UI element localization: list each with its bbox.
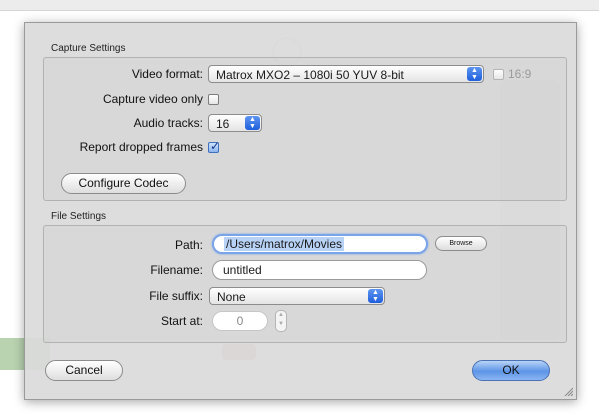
capture-video-only-label: Capture video only (102, 92, 203, 106)
video-format-popup[interactable]: Matrox MXO2 – 1080i 50 YUV 8-bit ▲ ▼ (208, 65, 484, 83)
file-suffix-value: None (217, 290, 246, 304)
chevron-updown-icon: ▲ ▼ (245, 116, 260, 130)
path-label: Path: (174, 238, 203, 252)
report-dropped-frames-checkbox[interactable]: ✓ (208, 139, 221, 153)
video-format-label: Video format: (131, 67, 203, 81)
capture-settings-title: Capture Settings (51, 43, 126, 54)
background-toolbar (0, 0, 599, 11)
browse-button[interactable]: Browse (435, 236, 487, 251)
audio-tracks-label: Audio tracks: (133, 116, 203, 130)
audio-tracks-popup[interactable]: 16 ▲ ▼ (208, 114, 262, 132)
ok-button[interactable]: OK (472, 360, 550, 381)
capture-settings-sheet: Capture Settings Video format: Matrox MX… (24, 22, 577, 400)
filename-field[interactable]: untitled (212, 260, 427, 280)
start-at-field[interactable]: 0 (212, 311, 268, 331)
file-settings-title: File Settings (51, 211, 107, 222)
capture-video-only-checkbox[interactable] (208, 94, 219, 105)
aspect-16-9-checkbox[interactable] (493, 69, 504, 80)
chevron-updown-icon: ▲ ▼ (368, 289, 383, 303)
configure-codec-button[interactable]: Configure Codec (61, 173, 186, 194)
checkmark-icon: ✓ (210, 139, 221, 153)
start-at-value: 0 (236, 314, 244, 328)
audio-tracks-value: 16 (216, 117, 230, 131)
video-format-value: Matrox MXO2 – 1080i 50 YUV 8-bit (216, 68, 404, 82)
filename-label: Filename: (150, 263, 203, 277)
path-value: /Users/matrox/Movies (224, 237, 345, 251)
resize-grip-icon[interactable] (563, 386, 573, 396)
chevron-updown-icon: ▲ ▼ (467, 67, 482, 81)
aspect-16-9-label: 16:9 (508, 67, 532, 81)
filename-value: untitled (223, 263, 262, 277)
file-suffix-popup[interactable]: None ▲ ▼ (209, 287, 385, 305)
cancel-button[interactable]: Cancel (45, 360, 123, 381)
file-suffix-label: File suffix: (149, 289, 203, 303)
report-dropped-frames-label: Report dropped frames (79, 140, 203, 154)
start-at-stepper[interactable]: ▲ ▼ (275, 310, 287, 332)
path-field[interactable]: /Users/matrox/Movies (212, 234, 428, 254)
start-at-label: Start at: (160, 314, 203, 328)
